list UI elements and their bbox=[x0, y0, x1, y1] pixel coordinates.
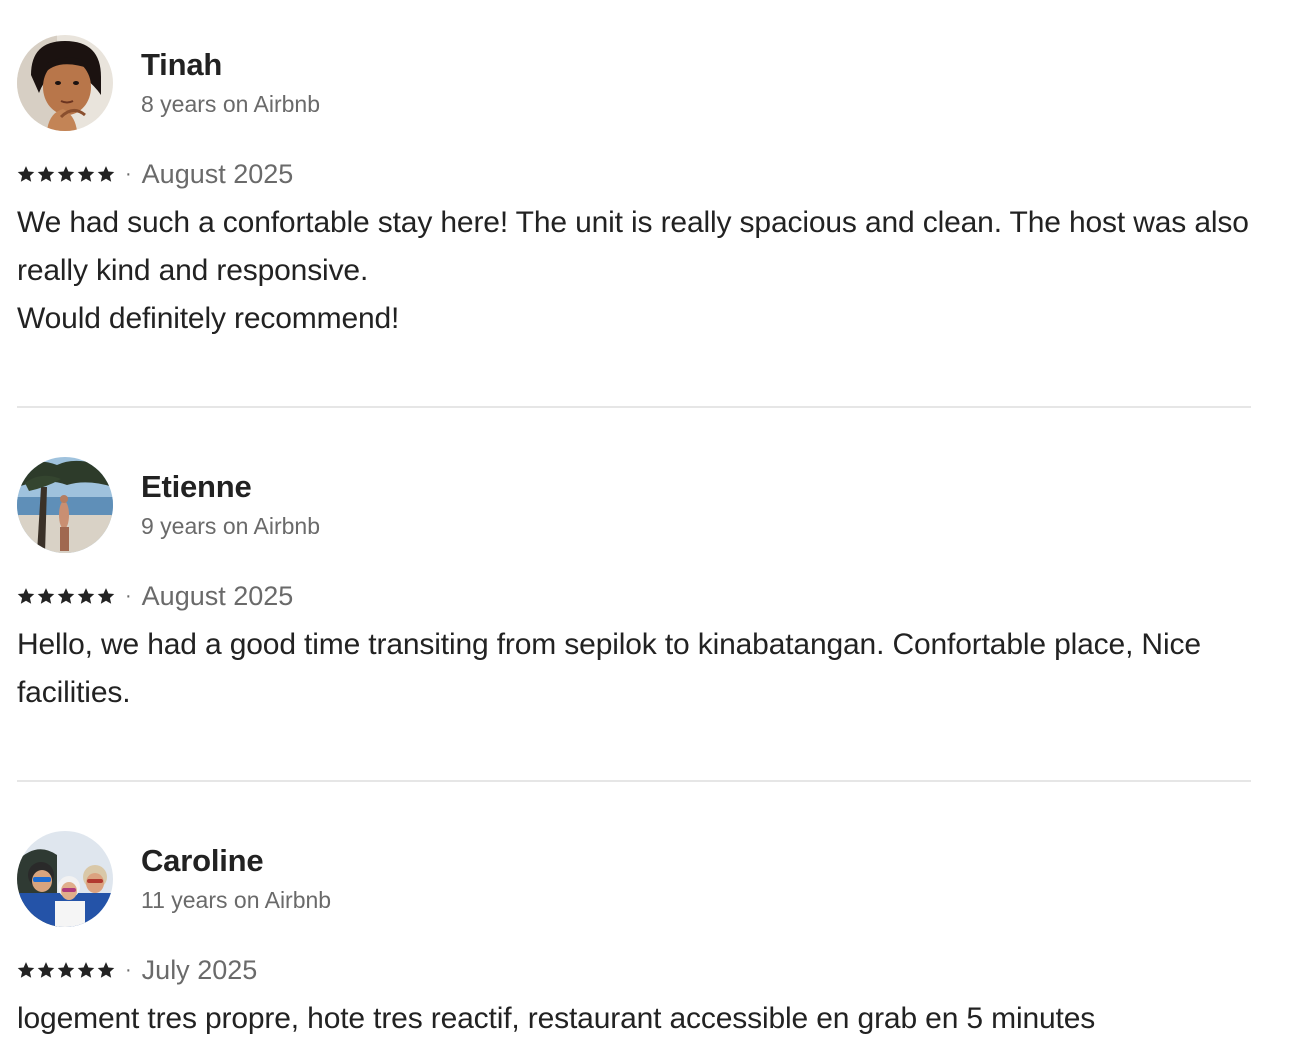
star-icon bbox=[57, 166, 75, 182]
meta-separator: · bbox=[125, 162, 132, 185]
review-divider bbox=[17, 406, 1251, 408]
reviewer-header: Etienne 9 years on Airbnb bbox=[17, 457, 1251, 553]
star-icon bbox=[77, 962, 95, 978]
avatar[interactable] bbox=[17, 457, 113, 553]
reviewer-name: Caroline bbox=[141, 843, 264, 878]
meta-separator: · bbox=[125, 958, 132, 981]
reviewer-header: Caroline 11 years on Airbnb bbox=[17, 831, 1251, 927]
review-card: Tinah 8 years on Airbnb · August 2025 We… bbox=[17, 35, 1251, 335]
review-meta: · July 2025 bbox=[17, 953, 257, 987]
review-date: July 2025 bbox=[141, 954, 258, 985]
reviewer-header: Tinah 8 years on Airbnb bbox=[17, 35, 1251, 131]
review-meta: · August 2025 bbox=[17, 579, 293, 613]
star-icon bbox=[37, 962, 55, 978]
review-text: logement tres propre, hote tres reactif,… bbox=[17, 1002, 1096, 1035]
meta-separator: · bbox=[125, 584, 132, 607]
review-card: Etienne 9 years on Airbnb · August 2025 … bbox=[17, 457, 1251, 709]
star-icon bbox=[17, 166, 35, 182]
reviewer-tenure: 8 years on Airbnb bbox=[141, 91, 321, 117]
reviewer-name: Tinah bbox=[141, 47, 223, 82]
rating-stars bbox=[17, 587, 115, 605]
review-text: We had such a confortable stay here! The… bbox=[17, 206, 1249, 335]
star-icon bbox=[17, 588, 35, 604]
star-icon bbox=[37, 166, 55, 182]
reviewer-tenure: 9 years on Airbnb bbox=[141, 513, 321, 539]
review-divider bbox=[17, 780, 1251, 782]
review-meta: · August 2025 bbox=[17, 157, 293, 191]
star-icon bbox=[77, 166, 95, 182]
star-icon bbox=[97, 588, 115, 604]
star-icon bbox=[37, 588, 55, 604]
review-card: Caroline 11 years on Airbnb · July 2025 … bbox=[17, 831, 1251, 1035]
avatar[interactable] bbox=[17, 831, 113, 927]
star-icon bbox=[97, 962, 115, 978]
rating-stars bbox=[17, 165, 115, 183]
avatar[interactable] bbox=[17, 35, 113, 131]
reviewer-tenure: 11 years on Airbnb bbox=[141, 887, 332, 913]
review-text: Hello, we had a good time transiting fro… bbox=[17, 628, 1201, 709]
reviews-list: Tinah 8 years on Airbnb · August 2025 We… bbox=[0, 0, 1294, 1038]
star-icon bbox=[57, 588, 75, 604]
review-date: August 2025 bbox=[141, 580, 294, 611]
star-icon bbox=[57, 962, 75, 978]
rating-stars bbox=[17, 961, 115, 979]
reviewer-name: Etienne bbox=[141, 469, 252, 504]
review-date: August 2025 bbox=[141, 158, 294, 189]
star-icon bbox=[77, 588, 95, 604]
star-icon bbox=[17, 962, 35, 978]
star-icon bbox=[97, 166, 115, 182]
